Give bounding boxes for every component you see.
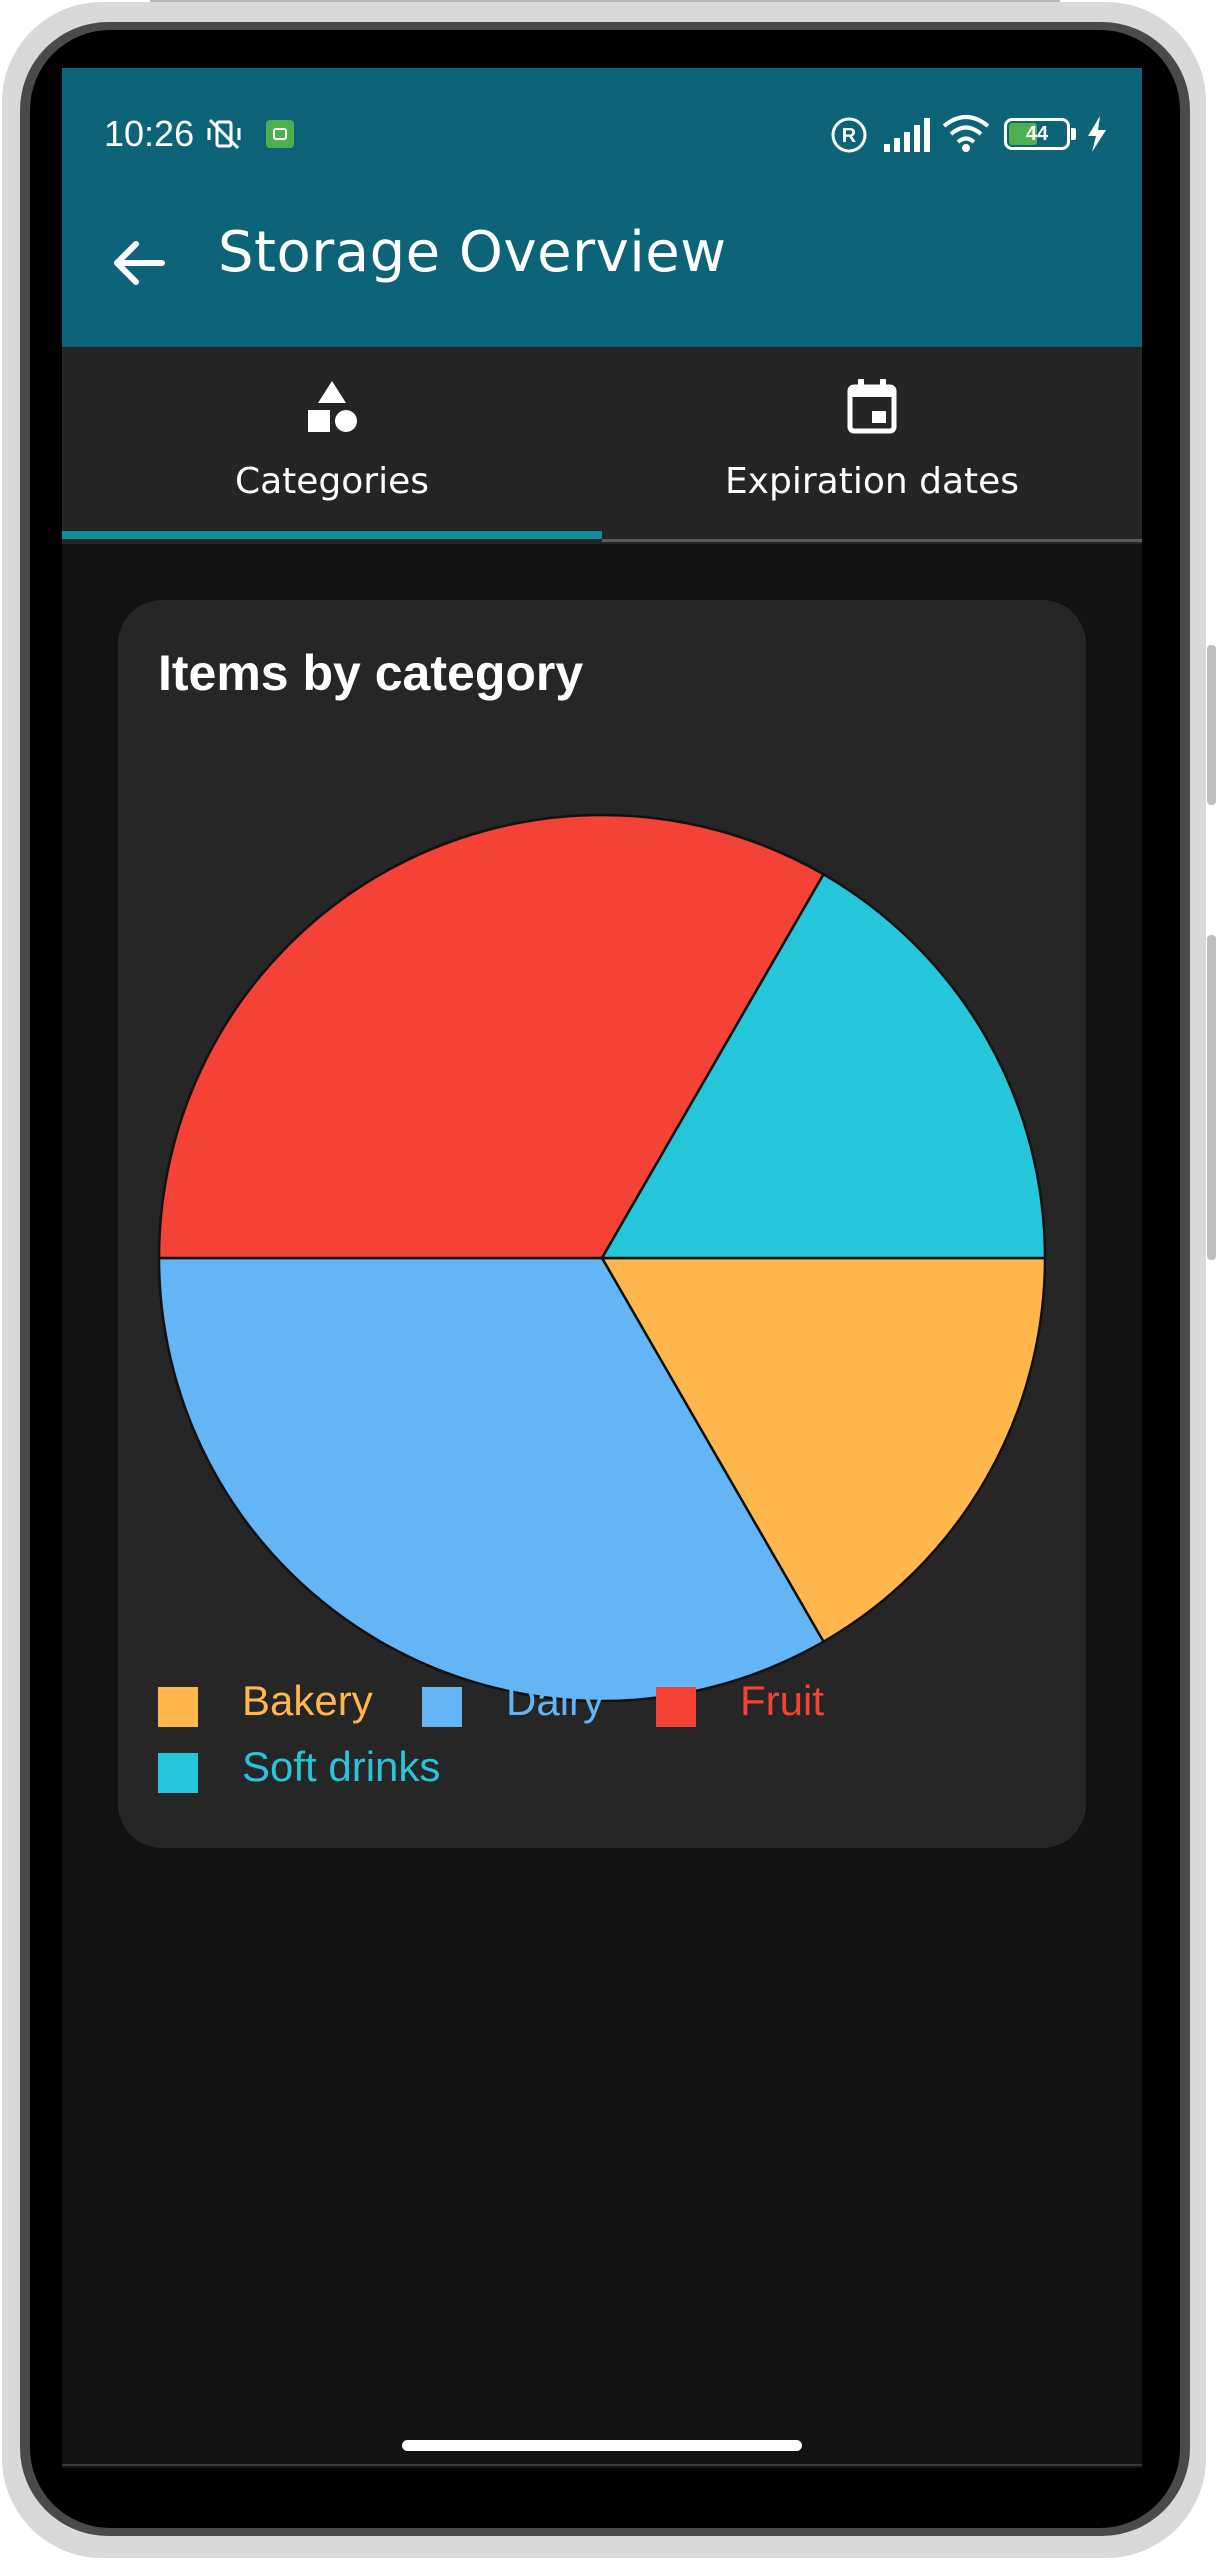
legend-swatch-bakery xyxy=(158,1687,198,1727)
legend-swatch-soft-drinks xyxy=(158,1753,198,1793)
registered-icon: R xyxy=(831,117,867,153)
battery-level: 44 xyxy=(1025,123,1049,145)
legend-label-dairy: Dairy xyxy=(506,1677,605,1724)
tab-bar: Categories Expiration dates xyxy=(62,347,1142,544)
chart-card: Items by category Bakery Dairy Fruit Soft d… xyxy=(118,600,1086,1848)
power-button xyxy=(1207,935,1216,1260)
status-bar: 10:26 R 44 xyxy=(62,68,1142,198)
category-shapes-icon xyxy=(308,381,357,432)
page-title: Storage Overview xyxy=(218,220,727,285)
pie-chart xyxy=(157,813,1047,1703)
legend-label-soft-drinks: Soft drinks xyxy=(242,1743,441,1790)
selected-tab-indicator xyxy=(62,531,602,539)
status-time: 10:26 xyxy=(104,113,195,154)
svg-text:R: R xyxy=(842,125,857,147)
home-indicator[interactable] xyxy=(402,2440,802,2451)
tab-label: Categories xyxy=(234,461,430,502)
battery-icon: 44 xyxy=(1004,118,1070,150)
app-bar: 10:26 R 44 Storage Overview xyxy=(62,68,1142,347)
tab-divider xyxy=(602,539,1142,542)
vibrate-off-icon xyxy=(207,118,241,150)
battery-tip xyxy=(1071,128,1076,140)
wifi-icon xyxy=(942,115,990,152)
volume-button xyxy=(1207,645,1216,805)
signal-icon xyxy=(884,118,930,152)
app-screen: 10:26 R 44 Storage Overview Categories E… xyxy=(62,68,1142,2468)
legend-swatch-fruit xyxy=(656,1687,696,1727)
tab-label: Expiration dates xyxy=(724,461,1020,502)
charging-icon xyxy=(1088,116,1106,152)
notification-icon xyxy=(266,120,294,148)
nav-divider xyxy=(62,2464,1142,2466)
legend-label-bakery: Bakery xyxy=(242,1677,373,1724)
tab-expiration-dates[interactable]: Expiration dates xyxy=(602,347,1142,544)
calendar-icon xyxy=(847,379,897,434)
legend-swatch-dairy xyxy=(422,1687,462,1727)
back-arrow-icon[interactable] xyxy=(104,228,174,298)
legend-label-fruit: Fruit xyxy=(740,1677,824,1724)
tab-categories[interactable]: Categories xyxy=(62,347,602,544)
